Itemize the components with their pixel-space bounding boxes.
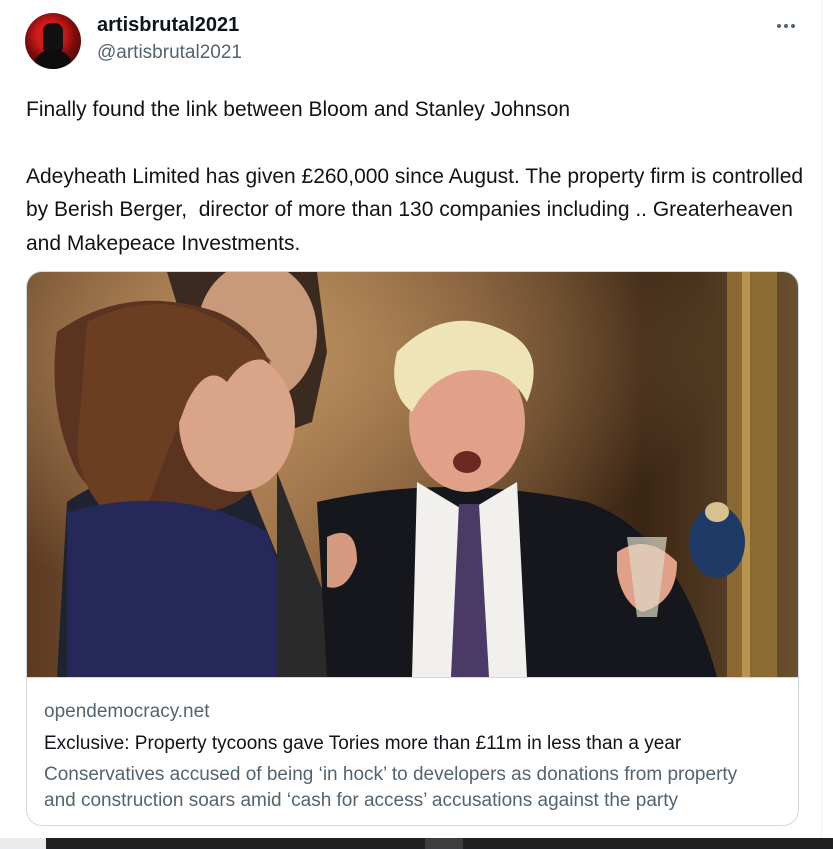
column-border [821, 0, 822, 849]
taskbar-strip [0, 838, 833, 849]
card-description: Conservatives accused of being ‘in hock’… [44, 764, 738, 811]
tweet-text-paragraph: Adeyheath Limited has given £260,000 sin… [26, 164, 809, 255]
more-horizontal-icon [777, 24, 795, 28]
author-display-name[interactable]: artisbrutal2021 [97, 13, 239, 37]
avatar-figure [43, 23, 63, 51]
card-image[interactable] [27, 272, 798, 677]
tweet-text: Finally found the link between Bloom and… [26, 93, 806, 260]
avatar-shoulders [33, 49, 73, 69]
card-title: Exclusive: Property tycoons gave Tories … [44, 733, 682, 754]
link-preview-card[interactable]: opendemocracy.net Exclusive: Property ty… [26, 271, 799, 826]
card-domain: opendemocracy.net [44, 701, 210, 722]
tweet-text-line: Finally found the link between Bloom and… [26, 98, 571, 121]
avatar[interactable] [25, 13, 81, 69]
author-handle[interactable]: @artisbrutal2021 [97, 41, 242, 65]
more-options-button[interactable] [770, 12, 802, 40]
card-meta[interactable]: opendemocracy.net Exclusive: Property ty… [27, 677, 798, 825]
